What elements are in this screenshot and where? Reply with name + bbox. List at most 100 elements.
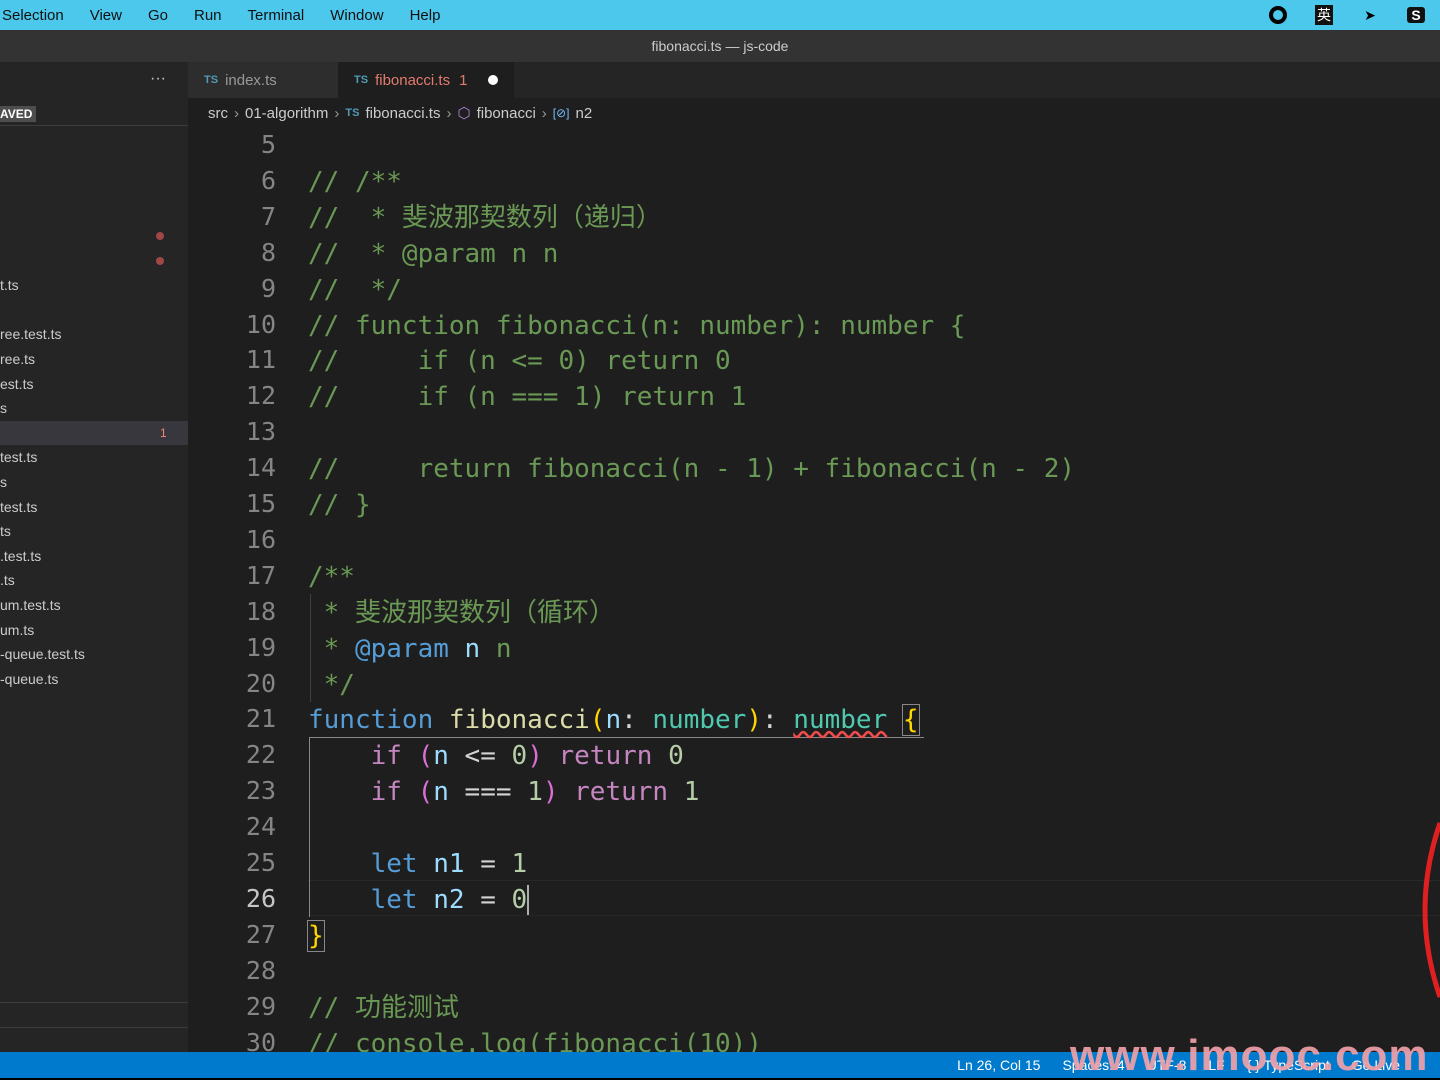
open-editors-header[interactable]: AVED [0, 104, 188, 126]
line-number: 8 [260, 237, 276, 267]
code-line[interactable]: // if (n === 1) return 1 [308, 379, 746, 415]
s-app-icon[interactable]: S [1406, 5, 1426, 25]
file-item[interactable]: test.ts [0, 445, 188, 469]
file-item[interactable]: .test.ts [0, 544, 188, 568]
tab-fibonacci-ts[interactable]: TS fibonacci.ts 1 [338, 62, 515, 98]
code-line[interactable]: let n1 = 1 [308, 846, 528, 882]
cursor-position[interactable]: Ln 26, Col 15 [957, 1057, 1040, 1073]
explorer-sidebar: ··· AVED t.ts ree.test.ts ree.ts est.ts s 1 te… [0, 62, 188, 1052]
code-line[interactable]: // return fibonacci(n - 1) + fibonacci(n… [308, 451, 1075, 487]
code-token: if [370, 741, 402, 772]
record-icon[interactable] [1268, 5, 1288, 25]
code-line[interactable]: if (n <= 0) return 0 [308, 738, 684, 774]
code-line[interactable]: // 功能测试 [308, 990, 459, 1026]
code-line[interactable]: // function fibonacci(n: number): number… [308, 308, 965, 344]
line-number: 11 [245, 345, 276, 375]
line-number: 20 [245, 668, 276, 698]
code-token: n [433, 777, 449, 808]
unsaved-dot-icon[interactable] [488, 75, 499, 85]
file-item[interactable] [0, 298, 188, 322]
breadcrumb: src › 01-algorithm › TS fibonacci.ts › ⬡… [188, 98, 1440, 128]
input-method-icon[interactable]: 英 [1314, 5, 1334, 25]
send-icon[interactable]: ➤ [1360, 5, 1380, 25]
file-label: ree.ts [0, 351, 36, 367]
file-item[interactable]: ree.ts [0, 347, 188, 371]
file-item[interactable]: ts [0, 519, 188, 543]
code-line[interactable]: /** [308, 559, 355, 595]
file-item[interactable]: .ts [0, 568, 188, 592]
code-token: // } [308, 490, 371, 520]
file-item[interactable]: um.ts [0, 618, 188, 642]
menu-help[interactable]: Help [410, 7, 441, 24]
file-item[interactable]: test.ts [0, 495, 188, 519]
code-line[interactable]: // /** [308, 164, 402, 200]
breadcrumb-src[interactable]: src [208, 105, 228, 122]
editor-tabs: TS index.ts TS fibonacci.ts 1 [188, 62, 1440, 98]
code-token: { [901, 704, 920, 737]
file-label: um.ts [0, 621, 35, 638]
line-number: 12 [245, 381, 276, 411]
file-item[interactable]: est.ts [0, 372, 188, 396]
menu-run[interactable]: Run [194, 7, 222, 24]
code-line[interactable]: } [307, 918, 325, 954]
code-token: ) [542, 777, 559, 808]
code-token: if [370, 777, 402, 808]
file-item[interactable] [0, 224, 188, 248]
code-line[interactable]: */ [308, 667, 355, 703]
menu-selection[interactable]: Selection [2, 7, 64, 24]
more-actions-button[interactable]: ··· [150, 70, 166, 88]
file-item[interactable]: -queue.ts [0, 667, 188, 691]
unsaved-badge: AVED [0, 106, 37, 122]
file-item[interactable]: -queue.test.ts [0, 642, 188, 666]
code-token: ( [589, 705, 606, 736]
file-item[interactable]: s [0, 470, 188, 494]
breadcrumb-variable[interactable]: n2 [576, 105, 593, 122]
code-token: 0 [668, 741, 684, 772]
code-line[interactable]: function fibonacci(n: number): number { [308, 702, 920, 738]
menu-view[interactable]: View [90, 7, 122, 24]
line-number: 17 [245, 560, 276, 590]
line-number: 29 [245, 991, 276, 1021]
code-line[interactable]: if (n === 1) return 1 [308, 774, 700, 810]
line-number: 27 [245, 919, 276, 949]
menu-terminal[interactable]: Terminal [248, 7, 305, 24]
breadcrumb-folder[interactable]: 01-algorithm [245, 105, 328, 122]
code-line[interactable]: * @param n n [308, 631, 512, 667]
code-line[interactable]: let n2 = 0 [308, 882, 530, 918]
typescript-file-icon: TS [204, 74, 219, 86]
line-number: 14 [245, 453, 276, 483]
menu-go[interactable]: Go [148, 7, 168, 24]
menu-window[interactable]: Window [330, 7, 383, 24]
file-item[interactable]: um.test.ts [0, 593, 188, 617]
code-token: n1 [433, 849, 465, 879]
code-line[interactable]: * 斐波那契数列（循环） [308, 595, 615, 631]
file-item[interactable]: ree.test.ts [0, 322, 188, 346]
code-line[interactable]: // } [308, 487, 371, 523]
file-item[interactable] [0, 249, 188, 273]
menu-bar: Selection View Go Run Terminal Window Help [0, 0, 1440, 30]
code-editor[interactable]: 5 6 // /** 7 // * 斐波那契数列（递归） 8 // * @param n n… [188, 128, 1440, 1059]
code-line[interactable]: // */ [308, 272, 402, 308]
code-line[interactable]: // * @param n n [308, 236, 558, 272]
file-item[interactable]: s [0, 396, 188, 420]
tab-index-ts[interactable]: TS index.ts [188, 62, 338, 98]
divider [0, 1002, 188, 1003]
code-line[interactable]: // * 斐波那契数列（递归） [308, 200, 662, 236]
code-token: <= [448, 741, 512, 772]
breadcrumb-file[interactable]: fibonacci.ts [365, 105, 440, 122]
file-item[interactable]: t.ts [0, 273, 188, 297]
code-token: : [761, 705, 794, 736]
code-line[interactable]: // if (n <= 0) return 0 [308, 343, 731, 379]
file-label: ree.test.ts [0, 326, 62, 343]
file-item[interactable]: 1 [0, 420, 188, 445]
breadcrumb-function[interactable]: fibonacci [477, 105, 536, 122]
function-symbol-icon: ⬡ [457, 105, 471, 122]
code-token: 1 [683, 777, 700, 808]
